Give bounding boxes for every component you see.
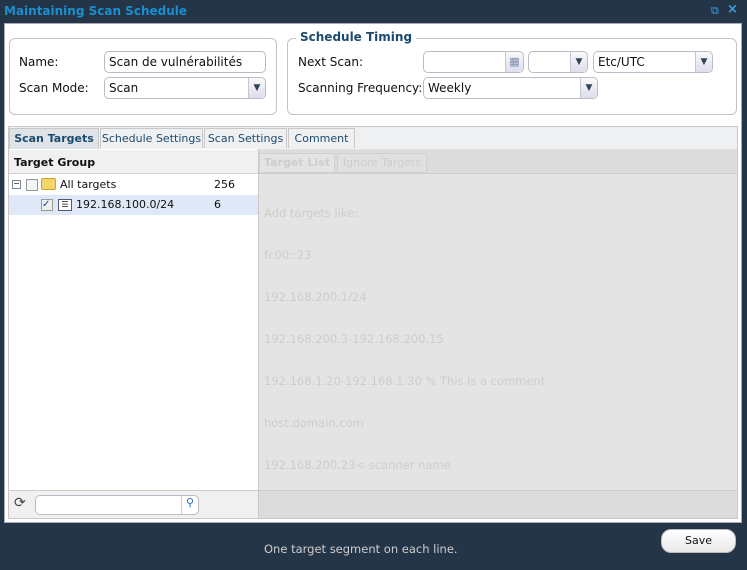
hint-line: fc00::23 (264, 248, 312, 262)
tab-comment[interactable]: Comment (288, 128, 355, 148)
close-icon[interactable]: × (727, 2, 738, 17)
tree-row[interactable]: − All targets 256 (9, 175, 258, 195)
subtab-target-list[interactable]: Target List (259, 153, 335, 173)
next-scan-date-input[interactable]: ▦ (423, 51, 524, 73)
calendar-icon[interactable]: ▦ (505, 52, 523, 72)
tab-scan-settings[interactable]: Scan Settings (204, 128, 287, 148)
window-title: Maintaining Scan Schedule (4, 4, 188, 18)
hint-line: 192.168.1.20-192.168.1.30 % This is a co… (264, 374, 546, 388)
search-icon[interactable]: ⚲ (181, 496, 198, 514)
tree-label: 192.168.100.0/24 (76, 198, 175, 211)
hint-line: host.domain.com (264, 416, 364, 430)
timezone-value: Etc/UTC (598, 55, 645, 69)
frequency-label: Scanning Frequency: (298, 81, 423, 95)
target-list-toolbar (259, 490, 737, 518)
checkbox-checked[interactable]: ✓ (41, 199, 53, 211)
chevron-down-icon: ▼ (695, 52, 712, 72)
scan-mode-select[interactable]: Scan ▼ (104, 77, 266, 99)
refresh-icon[interactable]: ⟳ (14, 495, 26, 511)
target-group-header: Target Group (9, 150, 258, 174)
frequency-select[interactable]: Weekly ▼ (423, 77, 598, 99)
hint-line: 192.168.200.23< scanner name (264, 458, 451, 472)
network-icon: ☰ (58, 199, 72, 211)
tree-count: 256 (214, 178, 235, 191)
collapse-icon[interactable]: − (12, 180, 21, 189)
target-group-toolbar: ⟳ ⚲ (9, 490, 258, 518)
name-input[interactable]: Scan de vulnérabilités (104, 51, 266, 73)
schedule-timing-legend: Schedule Timing (296, 30, 417, 44)
name-label: Name: (19, 55, 59, 69)
next-scan-time-select[interactable]: ▼ (528, 51, 588, 73)
chevron-down-icon: ▼ (580, 78, 597, 98)
hint-line: 192.168.200.3-192.168.200.15 (264, 332, 444, 346)
tree-count: 6 (214, 198, 221, 211)
tree-row[interactable]: ✓ ☰ 192.168.100.0/24 6 (9, 195, 258, 215)
subtab-ignore-targets[interactable]: Ignore Targets (337, 153, 427, 173)
tree-label: All targets (60, 178, 117, 191)
hint-line: One target segment on each line. (264, 542, 458, 556)
folder-icon (41, 178, 56, 190)
restore-icon[interactable]: ⧉ (711, 4, 719, 18)
chevron-down-icon: ▼ (248, 78, 265, 98)
next-scan-label: Next Scan: (298, 55, 363, 69)
scan-mode-value: Scan (109, 81, 139, 95)
hint-line: Add targets like: (264, 206, 359, 220)
tab-scan-targets[interactable]: Scan Targets (9, 128, 99, 149)
timezone-select[interactable]: Etc/UTC ▼ (593, 51, 713, 73)
checkbox[interactable] (26, 179, 38, 191)
frequency-value: Weekly (428, 81, 472, 95)
tab-schedule-settings[interactable]: Schedule Settings (100, 128, 203, 148)
chevron-down-icon: ▼ (570, 52, 587, 72)
search-input[interactable] (35, 495, 199, 515)
scan-mode-label: Scan Mode: (19, 81, 89, 95)
hint-line: 192.168.200.1/24 (264, 290, 367, 304)
save-button[interactable]: Save (661, 529, 736, 553)
